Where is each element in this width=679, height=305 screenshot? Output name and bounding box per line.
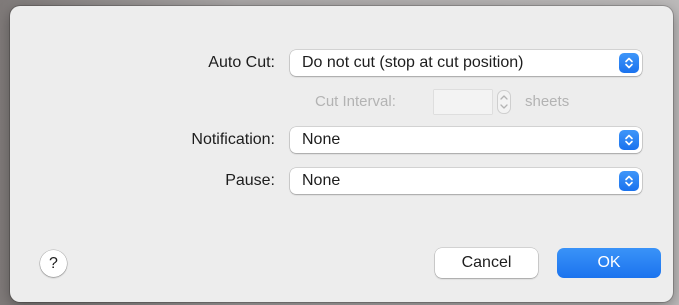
stepper-icon [497,90,511,114]
cut-interval-field[interactable] [434,90,492,114]
auto-cut-value: Do not cut (stop at cut position) [302,54,524,71]
chevron-up-down-icon [619,130,639,150]
notification-popup[interactable]: None [290,127,642,153]
help-button[interactable]: ? [40,250,67,277]
chevron-up-down-icon [619,171,639,191]
cancel-button[interactable]: Cancel [435,248,538,278]
chevron-up-down-icon [619,53,639,73]
ok-button[interactable]: OK [557,248,661,278]
cut-interval-stepper[interactable] [496,89,512,115]
pause-value: None [302,172,341,189]
pause-popup[interactable]: None [290,168,642,194]
notification-value: None [302,131,341,148]
auto-cut-label: Auto Cut: [208,54,275,71]
pause-label: Pause: [225,172,275,189]
notification-label: Notification: [191,131,275,148]
cut-interval-unit: sheets [525,93,570,110]
print-options-dialog: Auto Cut: Do not cut (stop at cut positi… [10,6,673,302]
auto-cut-popup[interactable]: Do not cut (stop at cut position) [290,50,642,76]
cut-interval-label: Cut Interval: [315,93,396,110]
